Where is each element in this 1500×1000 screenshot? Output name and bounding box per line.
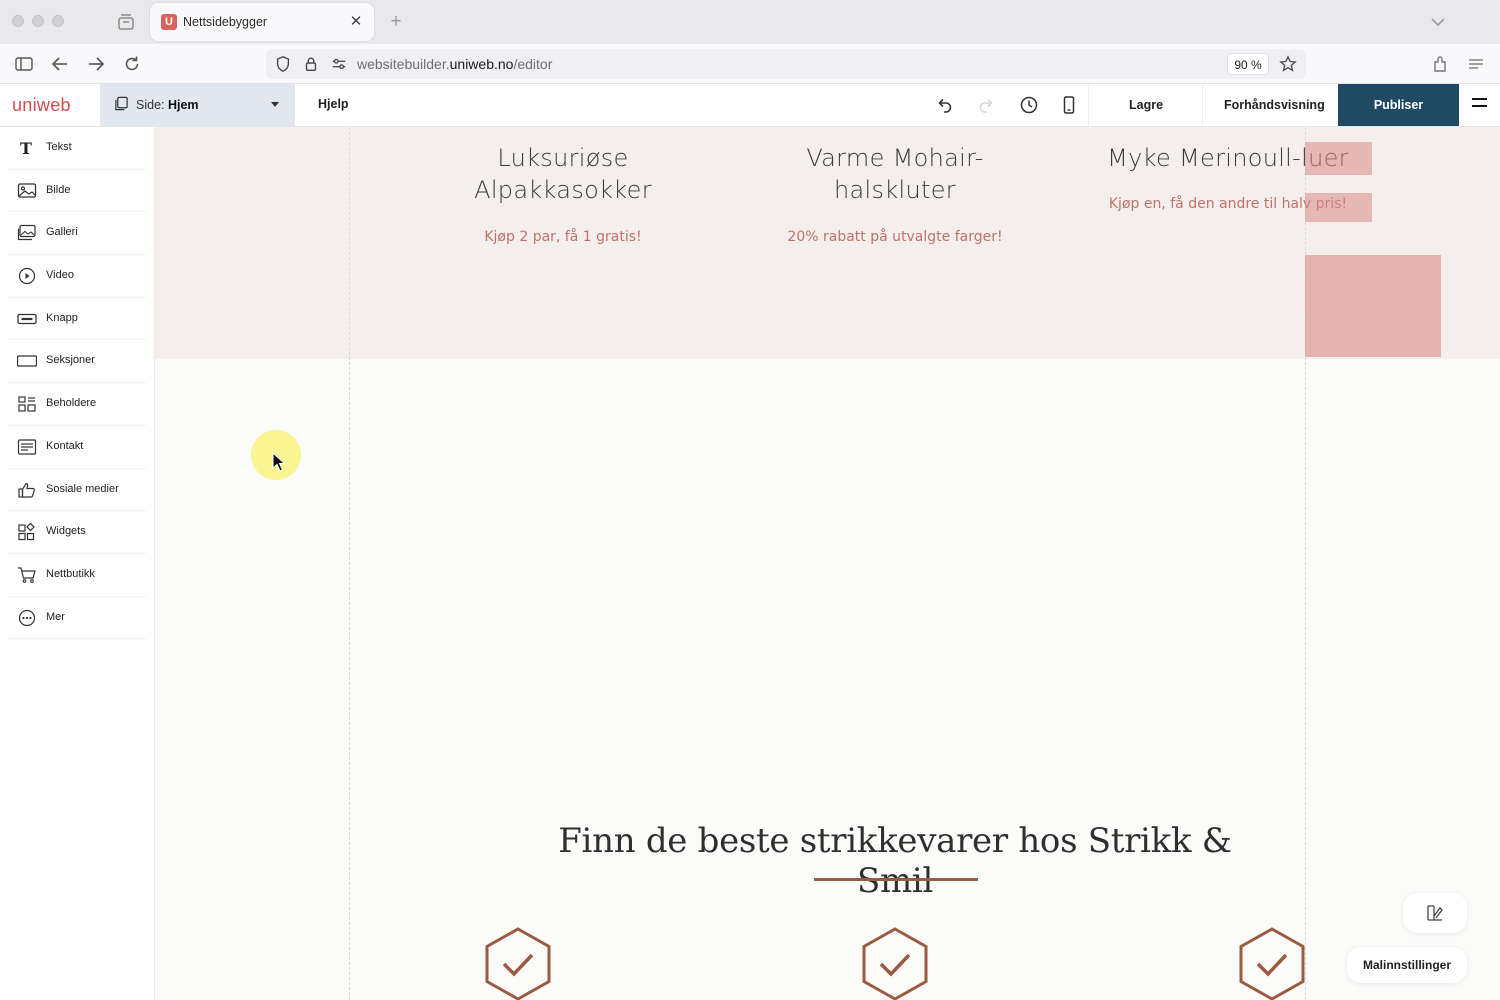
extensions-icon[interactable] — [1430, 54, 1450, 74]
image-placeholder-block[interactable] — [1305, 193, 1372, 222]
container-icon — [18, 396, 36, 412]
lock-icon[interactable] — [302, 55, 320, 73]
hexagon-check-icon — [1239, 927, 1305, 1000]
caret-down-icon — [271, 102, 279, 107]
promo-subtitle-mohair[interactable]: 20% rabatt på utvalgte farger! — [745, 229, 1045, 245]
widgets-icon — [18, 523, 35, 541]
promo-title-mohair[interactable]: Varme Mohair- halskluter — [745, 142, 1045, 206]
sidebar-item-label: Knapp — [46, 311, 78, 324]
url-text[interactable]: websitebuilder.uniweb.no/editor — [357, 56, 552, 72]
chevron-down-icon[interactable] — [1428, 12, 1448, 32]
close-tab-icon[interactable]: ✕ — [347, 12, 365, 30]
sidebar-item-label: Galleri — [46, 226, 78, 239]
app-menu-icon[interactable] — [1466, 54, 1486, 74]
window-controls — [12, 15, 64, 27]
maximize-window-button[interactable] — [52, 15, 64, 27]
tab-overview-icon[interactable] — [116, 12, 136, 32]
sidebar-item-video[interactable]: Video — [8, 255, 146, 298]
reload-icon[interactable] — [122, 54, 142, 74]
sidebar-item-label: Tekst — [46, 141, 72, 153]
browser-tab[interactable]: U Nettsidebygger ✕ — [150, 3, 374, 41]
sidebar-item-label: Nettbutikk — [46, 567, 95, 580]
editor-canvas[interactable]: Luksuriøse Alpakkasokker Kjøp 2 par, få … — [155, 127, 1500, 1000]
sidebar-item-beholdere[interactable]: Beholdere — [8, 383, 146, 426]
sidebar-item-galleri[interactable]: Galleri — [8, 212, 146, 256]
uniweb-logo[interactable]: uniweb — [12, 95, 71, 116]
browser-nav-bar: websitebuilder.uniweb.no/editor 90 % — [0, 44, 1500, 84]
image-icon — [17, 183, 37, 198]
publish-button[interactable]: Publiser — [1338, 84, 1459, 126]
page-icon — [115, 96, 128, 111]
redo-icon[interactable] — [977, 95, 997, 115]
sidebar-item-label: Sosiale medier — [46, 482, 119, 495]
site-settings-icon[interactable] — [330, 55, 348, 73]
element-sidebar: T Tekst Bilde Galleri Video Knapp Seksjo… — [0, 127, 155, 1000]
new-tab-button[interactable]: + — [386, 11, 406, 33]
sidebar-item-label: Mer — [46, 610, 65, 623]
play-icon — [18, 267, 36, 285]
cart-icon — [18, 567, 36, 583]
browser-tab-bar: U Nettsidebygger ✕ + — [0, 0, 1500, 44]
toolbar-divider — [1202, 84, 1203, 126]
page-selector[interactable]: Side: Hjem — [100, 84, 295, 126]
more-icon — [18, 609, 36, 626]
sidebar-toggle-icon[interactable] — [14, 54, 34, 74]
hexagon-check-icon — [862, 927, 928, 1000]
sidebar-item-mer[interactable]: Mer — [8, 597, 146, 640]
design-palette-icon — [1427, 905, 1443, 921]
editor-toolbar: uniweb Side: Hjem Hjelp Lagre Forhåndsvi… — [0, 84, 1500, 127]
mobile-view-icon[interactable] — [1059, 95, 1079, 115]
close-window-button[interactable] — [12, 15, 24, 27]
help-link[interactable]: Hjelp — [318, 97, 349, 111]
svg-text:T: T — [20, 139, 32, 157]
sidebar-item-sosiale-medier[interactable]: Sosiale medier — [8, 469, 146, 512]
image-placeholder-block[interactable] — [1305, 142, 1372, 175]
section-heading[interactable]: Finn de beste strikkevarer hos Strikk & … — [550, 821, 1240, 901]
zoom-level-badge[interactable]: 90 % — [1227, 53, 1269, 75]
sidebar-item-label: Bilde — [46, 183, 71, 196]
address-bar[interactable]: websitebuilder.uniweb.no/editor 90 % — [266, 49, 1306, 79]
sidebar-item-kontakt[interactable]: Kontakt — [8, 426, 146, 469]
history-clock-icon[interactable] — [1019, 95, 1039, 115]
sidebar-item-label: Beholdere — [46, 397, 97, 410]
promo-subtitle-alpaca[interactable]: Kjøp 2 par, få 1 gratis! — [413, 229, 713, 245]
back-arrow-icon[interactable] — [50, 54, 70, 74]
forward-arrow-icon[interactable] — [86, 54, 106, 74]
sidebar-item-tekst[interactable]: T Tekst — [8, 127, 146, 170]
mouse-pointer-icon — [272, 452, 286, 472]
save-button[interactable]: Lagre — [1129, 98, 1163, 112]
design-tools-button[interactable] — [1403, 893, 1467, 933]
button-icon — [17, 313, 37, 324]
thumbs-up-icon — [18, 482, 35, 498]
preview-button[interactable]: Forhåndsvisning — [1224, 98, 1325, 112]
template-settings-button[interactable]: Malinnstillinger — [1347, 947, 1467, 983]
sidebar-item-label: Kontakt — [46, 439, 84, 452]
gallery-icon — [17, 225, 36, 241]
tab-title: Nettsidebygger — [183, 15, 268, 29]
sidebar-item-knapp[interactable]: Knapp — [8, 298, 146, 341]
sidebar-item-label: Video — [46, 269, 74, 282]
hamburger-menu-icon[interactable] — [1472, 98, 1487, 112]
heading-underline — [814, 878, 978, 881]
text-icon: T — [20, 139, 32, 157]
uniweb-favicon-icon: U — [161, 14, 177, 30]
form-icon — [17, 439, 37, 455]
page-selector-label: Side: Hjem — [136, 98, 199, 112]
image-placeholder-block[interactable] — [1305, 255, 1441, 357]
sidebar-item-seksjoner[interactable]: Seksjoner — [8, 340, 146, 384]
section-icon — [17, 355, 37, 368]
promo-title-alpaca[interactable]: Luksuriøse Alpakkasokker — [413, 142, 713, 206]
sidebar-item-label: Widgets — [46, 525, 86, 538]
sidebar-item-bilde[interactable]: Bilde — [8, 170, 146, 213]
sidebar-item-nettbutikk[interactable]: Nettbutikk — [8, 554, 146, 597]
hexagon-check-icon — [485, 927, 551, 1000]
layout-guide-left — [349, 127, 350, 1000]
minimize-window-button[interactable] — [32, 15, 44, 27]
shield-icon[interactable] — [274, 55, 292, 73]
sidebar-item-widgets[interactable]: Widgets — [8, 511, 146, 554]
sidebar-item-label: Seksjoner — [46, 354, 95, 367]
undo-icon[interactable] — [934, 95, 954, 115]
bookmark-star-icon[interactable] — [1279, 55, 1297, 73]
toolbar-divider — [1088, 84, 1089, 126]
